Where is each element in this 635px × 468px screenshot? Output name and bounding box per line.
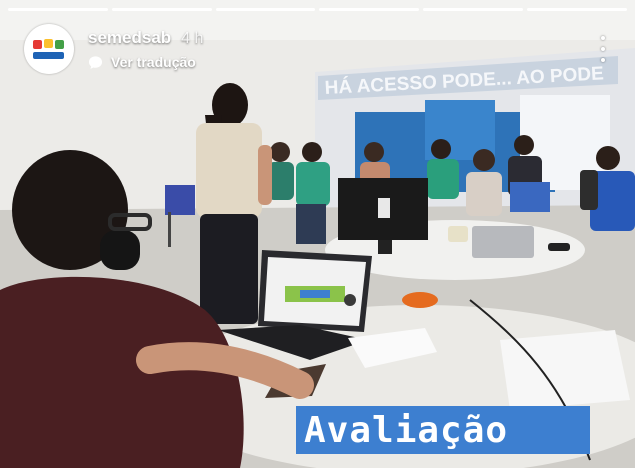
more-vertical-icon[interactable] bbox=[597, 36, 609, 62]
story-meta: semedsab 4 h Ver tradução bbox=[88, 24, 203, 70]
username[interactable]: semedsab bbox=[88, 28, 171, 48]
progress-segment bbox=[215, 8, 316, 11]
progress-segment bbox=[527, 8, 627, 11]
progress-segment bbox=[423, 8, 524, 11]
story-header: semedsab 4 h Ver tradução bbox=[24, 24, 203, 74]
story-progress-bar bbox=[8, 8, 627, 11]
caption-sticker: Avaliação bbox=[296, 406, 590, 454]
caption-text: Avaliação bbox=[304, 409, 509, 451]
progress-segment bbox=[319, 8, 420, 11]
progress-segment bbox=[8, 8, 108, 11]
speech-bubble-icon bbox=[88, 55, 103, 69]
avatar[interactable] bbox=[24, 24, 74, 74]
story-viewer: HÁ ACESSO PODE... AO PODE semedsab 4 h V… bbox=[0, 0, 635, 468]
post-time: 4 h bbox=[181, 30, 204, 47]
progress-segment bbox=[111, 8, 212, 11]
semed-logo-icon bbox=[33, 39, 64, 59]
translate-link[interactable]: Ver tradução bbox=[88, 54, 203, 70]
translate-label: Ver tradução bbox=[111, 54, 196, 70]
